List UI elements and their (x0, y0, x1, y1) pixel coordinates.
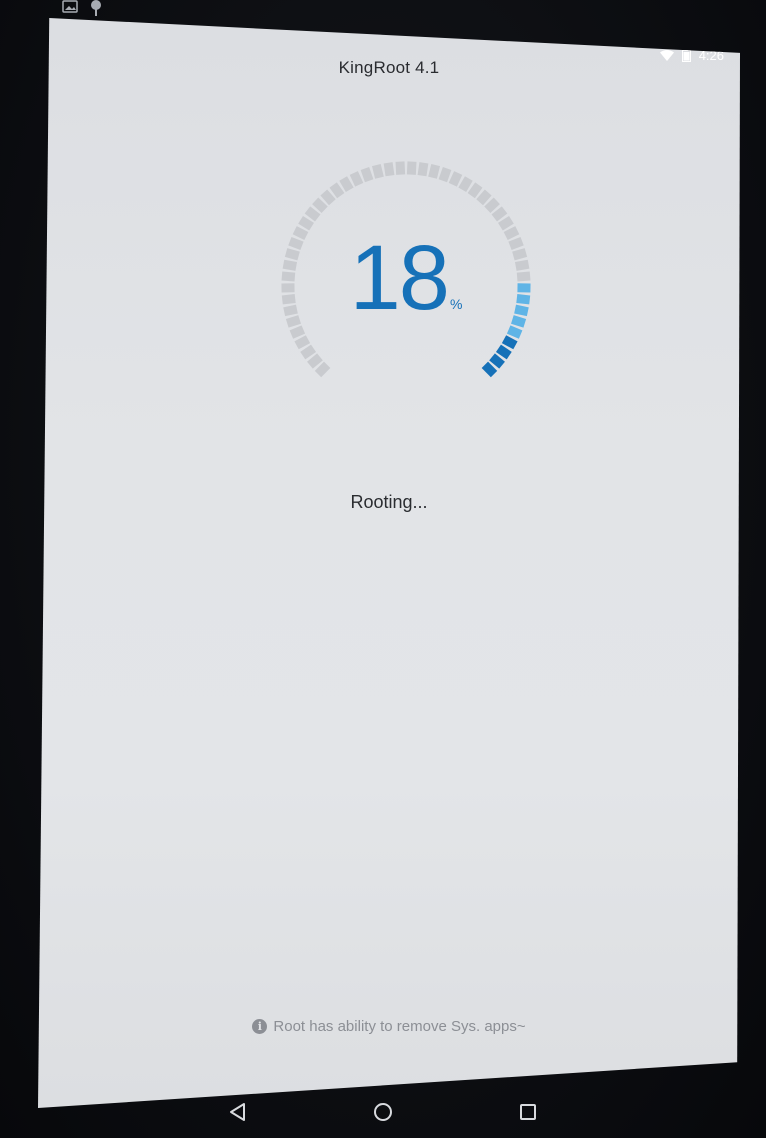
progress-value: 18 (349, 227, 450, 329)
device-frame: 4:26 KingRoot 4.1 18% Rooting... i Root … (0, 0, 766, 1138)
progress-segment-empty (406, 161, 417, 175)
percent-sign: % (449, 296, 463, 312)
progress-segment-empty (360, 166, 374, 183)
recents-icon (520, 1104, 536, 1120)
progress-segment-empty (395, 161, 406, 175)
progress-segment-empty (417, 162, 429, 177)
home-button[interactable] (368, 1097, 398, 1127)
rooting-status: Rooting... (350, 492, 428, 512)
progress-segment-empty (438, 166, 452, 183)
progress-segment-empty (383, 162, 395, 177)
progress-segment-empty (371, 164, 384, 179)
pin-icon (90, 0, 102, 19)
tip-message: i Root has ability to remove Sys. apps~ (38, 1018, 740, 1035)
app-screen: 4:26 KingRoot 4.1 18% Rooting... i Root … (38, 18, 740, 1108)
back-button[interactable] (223, 1097, 253, 1127)
navigation-bar (0, 1086, 766, 1138)
notification-icons (62, 0, 102, 19)
tip-text: Root has ability to remove Sys. apps~ (273, 1018, 526, 1035)
recents-button[interactable] (513, 1097, 543, 1127)
back-icon (230, 1103, 245, 1121)
info-icon: i (252, 1019, 268, 1034)
app-title: KingRoot 4.1 (338, 58, 440, 77)
progress-segment-empty (428, 164, 441, 179)
image-icon (62, 0, 78, 19)
progress-ring: 18% (266, 146, 546, 426)
home-icon (374, 1103, 392, 1121)
progress-percentage: 18% (266, 232, 546, 350)
